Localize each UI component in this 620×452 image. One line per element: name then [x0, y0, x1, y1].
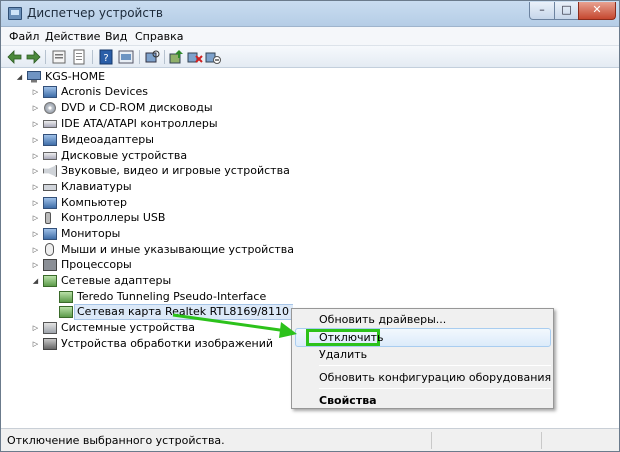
disc-icon — [44, 102, 56, 114]
close-button[interactable]: ✕ — [578, 2, 616, 20]
toolbar-separator — [92, 50, 93, 64]
monitor-icon — [43, 228, 57, 240]
disable-icon[interactable] — [205, 49, 221, 65]
show-hidden-icon[interactable] — [118, 49, 134, 65]
network-icon — [43, 275, 57, 287]
tree-item-label: Процессоры — [61, 258, 132, 271]
menu-bar: Файл Действие Вид Справка — [1, 27, 619, 46]
mouse-icon — [45, 243, 54, 256]
tree-item-realtek[interactable]: Сетевая карта Realtek RTL8169/8110 Famil… — [59, 304, 293, 320]
monitor-icon — [43, 86, 57, 98]
help-icon[interactable]: ? — [98, 49, 114, 65]
properties-icon[interactable] — [51, 49, 67, 65]
expand-arrow-icon[interactable]: ▷ — [31, 257, 40, 273]
status-bar: Отключение выбранного устройства. — [1, 428, 619, 451]
expand-arrow-icon[interactable]: ▷ — [31, 336, 40, 352]
collapse-arrow-icon[interactable]: ◢ — [31, 273, 40, 289]
tree-item-label: Устройства обработки изображений — [61, 337, 274, 350]
expand-arrow-icon[interactable]: ▷ — [31, 242, 40, 258]
toolbar-separator — [139, 50, 140, 64]
device-manager-window: Диспетчер устройств – □ ✕ Файл Действие … — [0, 0, 620, 452]
drive-icon — [43, 120, 57, 128]
menu-help[interactable]: Справка — [135, 30, 183, 43]
drive-icon — [43, 152, 57, 160]
tree-item-label: Сетевые адаптеры — [61, 274, 172, 287]
minimize-button[interactable]: – — [529, 2, 555, 20]
update-drivers-item[interactable]: Обновить драйверы... — [319, 313, 446, 326]
tree-root-label: KGS-HOME — [45, 70, 106, 83]
toolbar-separator — [164, 50, 165, 64]
toolbar-separator — [45, 50, 46, 64]
computer-icon — [27, 71, 41, 83]
menu-separator — [319, 365, 551, 366]
toolbar: ? — [1, 46, 619, 68]
monitor-icon — [43, 134, 57, 146]
title-bar: Диспетчер устройств – □ ✕ — [1, 1, 619, 27]
uninstall-item[interactable]: Удалить — [319, 348, 367, 361]
menu-file[interactable]: Файл — [9, 30, 39, 43]
camera-icon — [43, 338, 57, 350]
tree-item-label: Teredo Tunneling Pseudo-Interface — [77, 290, 267, 303]
tree-item-label: Дисковые устройства — [61, 149, 188, 162]
tree-item-label: Сетевая карта Realtek RTL8169/8110 Famil… — [74, 304, 293, 320]
expand-arrow-icon[interactable]: ▷ — [31, 320, 40, 336]
disable-item[interactable]: Отключить — [319, 331, 384, 344]
menu-action[interactable]: Действие — [45, 30, 100, 43]
cpu-icon — [43, 259, 57, 271]
expand-arrow-icon[interactable]: ▷ — [31, 84, 40, 100]
keyboard-icon — [43, 184, 57, 191]
status-divider — [541, 432, 542, 449]
expand-arrow-icon[interactable]: ▷ — [31, 195, 40, 211]
scan-hardware-icon[interactable] — [144, 49, 160, 65]
forward-icon[interactable] — [25, 49, 41, 65]
back-icon[interactable] — [7, 49, 23, 65]
maximize-button[interactable]: □ — [554, 2, 579, 20]
tree-item-label: Звуковые, видео и игровые устройства — [61, 164, 290, 177]
monitor-icon — [43, 197, 57, 209]
device-manager-icon — [8, 7, 22, 20]
tree-item-label: Клавиатуры — [61, 180, 132, 193]
list-icon[interactable] — [71, 49, 87, 65]
status-divider — [431, 432, 432, 449]
uninstall-icon[interactable] — [187, 49, 203, 65]
tree-item-label: Мыши и иные указывающие устройства — [61, 243, 295, 256]
svg-text:?: ? — [103, 53, 108, 64]
collapse-arrow-icon[interactable]: ◢ — [15, 69, 24, 85]
tree-item-label: Компьютер — [61, 196, 127, 209]
status-text: Отключение выбранного устройства. — [7, 434, 225, 447]
tree-item-label: Системные устройства — [61, 321, 195, 334]
expand-arrow-icon[interactable]: ▷ — [31, 116, 40, 132]
usb-icon — [45, 212, 51, 224]
network-icon — [59, 306, 73, 318]
tree-item-label: Видеоадаптеры — [61, 133, 154, 146]
expand-arrow-icon[interactable]: ▷ — [31, 179, 40, 195]
properties-item[interactable]: Свойства — [319, 394, 377, 407]
expand-arrow-icon[interactable]: ▷ — [31, 226, 40, 242]
system-icon — [43, 322, 57, 334]
window-title: Диспетчер устройств — [27, 6, 164, 20]
tree-item-label: DVD и CD-ROM дисководы — [61, 101, 213, 114]
expand-arrow-icon[interactable]: ▷ — [31, 148, 40, 164]
expand-arrow-icon[interactable]: ▷ — [31, 163, 40, 179]
expand-arrow-icon[interactable]: ▷ — [31, 210, 40, 226]
scan-hardware-item[interactable]: Обновить конфигурацию оборудования — [319, 371, 551, 384]
context-menu: Обновить драйверы... Отключить Удалить О… — [291, 308, 554, 409]
tree-item-label: Мониторы — [61, 227, 121, 240]
expand-arrow-icon[interactable]: ▷ — [31, 100, 40, 116]
tree-item-label: Acronis Devices — [61, 85, 148, 98]
menu-separator — [319, 388, 551, 389]
expand-arrow-icon[interactable]: ▷ — [31, 132, 40, 148]
network-icon — [59, 291, 73, 303]
tree-item-label: Контроллеры USB — [61, 211, 166, 224]
sound-icon — [43, 165, 57, 177]
tree-item-label: IDE ATA/ATAPI контроллеры — [61, 117, 218, 130]
update-driver-icon[interactable] — [169, 49, 185, 65]
menu-view[interactable]: Вид — [105, 30, 127, 43]
